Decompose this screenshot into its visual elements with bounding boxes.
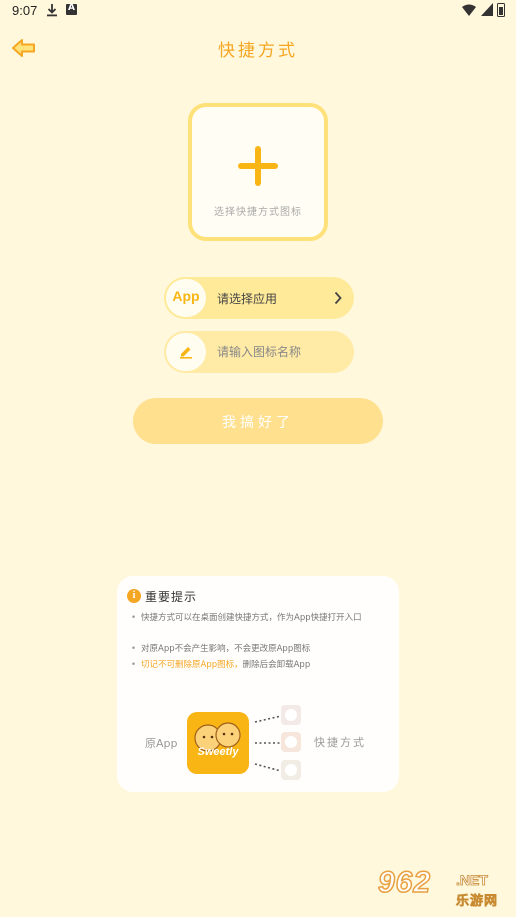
tip-item: 对原App不会产生影响，不会更改原App图标: [131, 642, 393, 656]
status-time: 9:07: [12, 3, 38, 18]
shortcut-icon: [281, 760, 301, 780]
name-field-container: [164, 331, 354, 373]
sweetly-app-name: Sweetly: [197, 746, 239, 758]
tips-title: 重要提示: [145, 590, 198, 604]
site-watermark-logo: 962 .NET 乐游网: [376, 865, 512, 914]
tips-card: i 重要提示 快捷方式可以在桌面创建快捷方式，作为App快捷打开入口 对原App…: [117, 576, 399, 792]
tip-warning: 切记不可删除原App图标，删除后会卸载App: [131, 658, 393, 672]
app-badge-text: App: [172, 288, 200, 304]
watermark-cn: 乐游网: [456, 894, 499, 910]
info-icon: i: [127, 589, 141, 603]
page-title: 快捷方式: [218, 41, 298, 61]
submit-button[interactable]: 我搞好了: [133, 398, 383, 444]
tip-warning-rest: 删除后会卸载App: [242, 660, 311, 670]
shortcut-icon: [281, 732, 301, 752]
chevron-right-icon: [334, 291, 342, 305]
shortcut-label: 快捷方式: [314, 736, 366, 749]
icon-picker-button[interactable]: 选择快捷方式图标: [188, 103, 328, 241]
watermark-domain: .NET: [456, 872, 489, 889]
battery-icon: [497, 3, 505, 17]
icon-name-input[interactable]: [217, 342, 337, 362]
shortcut-icon: [281, 705, 301, 725]
cat-faces-icon: [194, 722, 241, 752]
watermark-number: 962: [377, 865, 432, 900]
pencil-icon: [180, 347, 192, 359]
sweetly-app-icon: Sweetly: [187, 712, 249, 774]
select-app-label: 请选择应用: [217, 292, 278, 306]
status-bar: 9:07 A: [0, 0, 516, 22]
icon-picker-label: 选择快捷方式图标: [214, 207, 302, 218]
app-badge-icon: App: [166, 279, 206, 317]
original-app-label: 原App: [145, 737, 178, 750]
wifi-icon: [462, 4, 476, 16]
signal-icon: [481, 3, 493, 16]
tip-item: 快捷方式可以在桌面创建快捷方式，作为App快捷打开入口: [131, 611, 393, 625]
a-badge-icon: A: [66, 3, 77, 15]
download-icon: [47, 4, 57, 17]
pencil-badge: [166, 333, 206, 371]
select-app-button[interactable]: App 请选择应用: [164, 277, 354, 319]
plus-icon: [238, 146, 278, 186]
tip-warning-highlight: 切记不可删除原App图标，: [141, 660, 243, 670]
submit-label: 我搞好了: [222, 415, 294, 431]
